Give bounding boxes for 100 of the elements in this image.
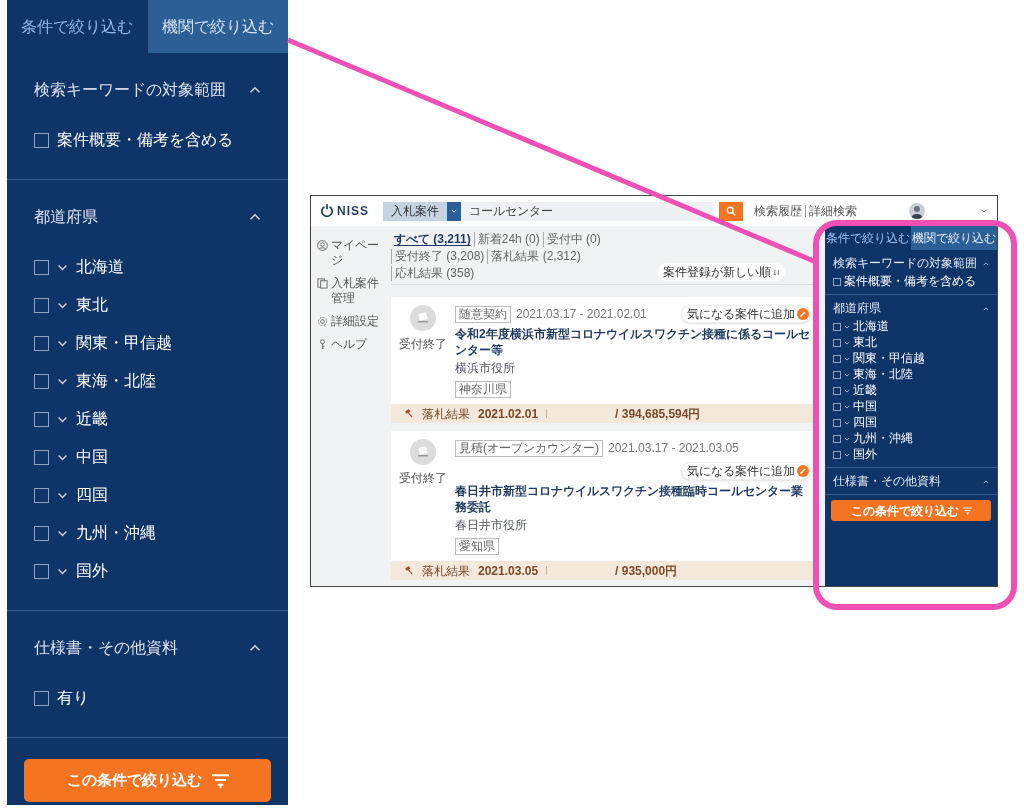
nav-item[interactable]: マイページ [331,238,389,268]
option-label[interactable]: 九州・沖縄 [76,522,156,544]
caret-up-icon[interactable] [983,261,989,266]
checkbox[interactable] [833,450,841,459]
option-label[interactable]: 関東・甲信越 [853,351,925,366]
option-label[interactable]: 有り [57,687,89,709]
caret-up-icon[interactable] [983,306,989,311]
search-button[interactable] [719,201,743,221]
option-label[interactable]: 近畿 [76,408,108,430]
sort-dropdown[interactable]: 案件登録が新しい順 [658,263,785,281]
caret-up-icon[interactable] [249,213,261,221]
checkbox[interactable] [833,277,841,286]
caret-up-icon[interactable] [983,479,989,484]
checkbox[interactable] [34,487,49,503]
nav-item[interactable]: 入札案件管理 [331,276,389,306]
favorite-button[interactable]: 気になる案件に追加 [681,305,811,323]
checkbox[interactable] [833,386,841,395]
checkbox[interactable] [34,449,49,465]
sort-icon [773,268,780,276]
option-label[interactable]: 関東・甲信越 [76,332,172,354]
checkbox[interactable] [34,297,49,313]
checkbox[interactable] [34,525,49,541]
expand-caret-icon[interactable] [844,372,850,377]
expand-caret-icon[interactable] [57,491,68,499]
expand-caret-icon[interactable] [57,263,68,271]
checkbox[interactable] [34,373,49,389]
option-label[interactable]: 国外 [76,560,108,582]
dropdown-button[interactable] [447,201,461,221]
checkbox[interactable] [34,335,49,351]
filter-tab[interactable]: 機関で絞り込む [911,226,997,250]
gavel-icon [405,409,414,418]
checkbox[interactable] [833,402,841,411]
option-label[interactable]: 中国 [76,446,108,468]
section-title: 仕様書・その他資料 [833,474,941,489]
option-label[interactable]: 北海道 [76,256,124,278]
section-title: 検索キーワードの対象範囲 [833,256,977,271]
filter-tab[interactable]: 機関で絞り込む [147,0,288,53]
contract-type-tag: 随意契約 [455,305,511,323]
expand-caret-icon[interactable] [844,420,850,425]
expand-caret-icon[interactable] [57,529,68,537]
checkbox[interactable] [833,418,841,427]
expand-caret-icon[interactable] [57,567,68,575]
expand-caret-icon[interactable] [844,404,850,409]
expand-caret-icon[interactable] [57,415,68,423]
checkbox[interactable] [34,132,49,148]
expand-caret-icon[interactable] [844,340,850,345]
expand-caret-icon[interactable] [57,301,68,309]
option-label[interactable]: 案件概要・備考を含める [57,129,233,151]
expand-caret-icon[interactable] [57,377,68,385]
favorite-button[interactable]: 気になる案件に追加 [681,462,811,480]
category-select[interactable]: 入札案件 [383,201,447,221]
expand-caret-icon[interactable] [844,324,850,329]
checkbox[interactable] [34,563,49,579]
search-bar[interactable]: 入札案件 コールセンター [383,201,713,221]
caret-up-icon[interactable] [249,86,261,94]
option-label[interactable]: 案件概要・備考を含める [844,274,976,289]
expand-caret-icon[interactable] [57,339,68,347]
nav-item[interactable]: 詳細設定 [331,314,379,329]
status-icon [410,439,436,465]
option-label[interactable]: 四国 [76,484,108,506]
section-title: 都道府県 [833,301,881,316]
option-label[interactable]: 東海・北陸 [853,367,913,382]
expand-caret-icon[interactable] [57,453,68,461]
card-title[interactable]: 春日井市新型コロナウイルスワクチン接種臨時コールセンター業務委託 [455,483,811,515]
checkbox[interactable] [833,354,841,363]
result-tab[interactable]: 受付中 (0) [542,232,604,247]
expand-caret-icon[interactable] [844,356,850,361]
option-label[interactable]: 国外 [853,447,877,462]
checkbox[interactable] [833,322,841,331]
card-title[interactable]: 令和2年度横浜市新型コロナウイルスワクチン接種に係るコールセンター等 [455,326,811,358]
expand-caret-icon[interactable] [844,436,850,441]
checkbox[interactable] [833,338,841,347]
checkbox[interactable] [833,434,841,443]
header-link[interactable]: 検索履歴 [751,205,805,217]
caret-up-icon[interactable] [249,644,261,652]
expand-caret-icon[interactable] [844,388,850,393]
header-link[interactable]: 詳細検索 [805,205,860,217]
checkbox[interactable] [34,690,49,706]
pencil-icon [797,308,809,320]
expand-caret-icon[interactable] [844,452,850,457]
result-tab[interactable]: 受付終了 (3,208) [391,249,488,264]
option-label[interactable]: 近畿 [853,383,877,398]
result-tab[interactable]: 落札結果 (2,312) [487,249,584,264]
result-tab[interactable]: 応札結果 (358) [391,266,478,281]
checkbox[interactable] [34,259,49,275]
option-label[interactable]: 四国 [853,415,877,430]
result-tab[interactable]: 新着24h (0) [473,232,543,247]
checkbox[interactable] [833,370,841,379]
option-label[interactable]: 九州・沖縄 [853,431,913,446]
search-query[interactable]: コールセンター [461,202,561,220]
pencil-icon [797,465,809,477]
checkbox[interactable] [34,411,49,427]
option-label[interactable]: 東北 [76,294,108,316]
avatar[interactable] [909,203,925,219]
result-tab[interactable]: すべて (3,211) [391,232,474,247]
option-label[interactable]: 東北 [853,335,877,350]
option-label[interactable]: 中国 [853,399,877,414]
option-label[interactable]: 北海道 [853,319,889,334]
option-label[interactable]: 東海・北陸 [76,370,156,392]
nav-item[interactable]: ヘルプ [331,337,367,352]
